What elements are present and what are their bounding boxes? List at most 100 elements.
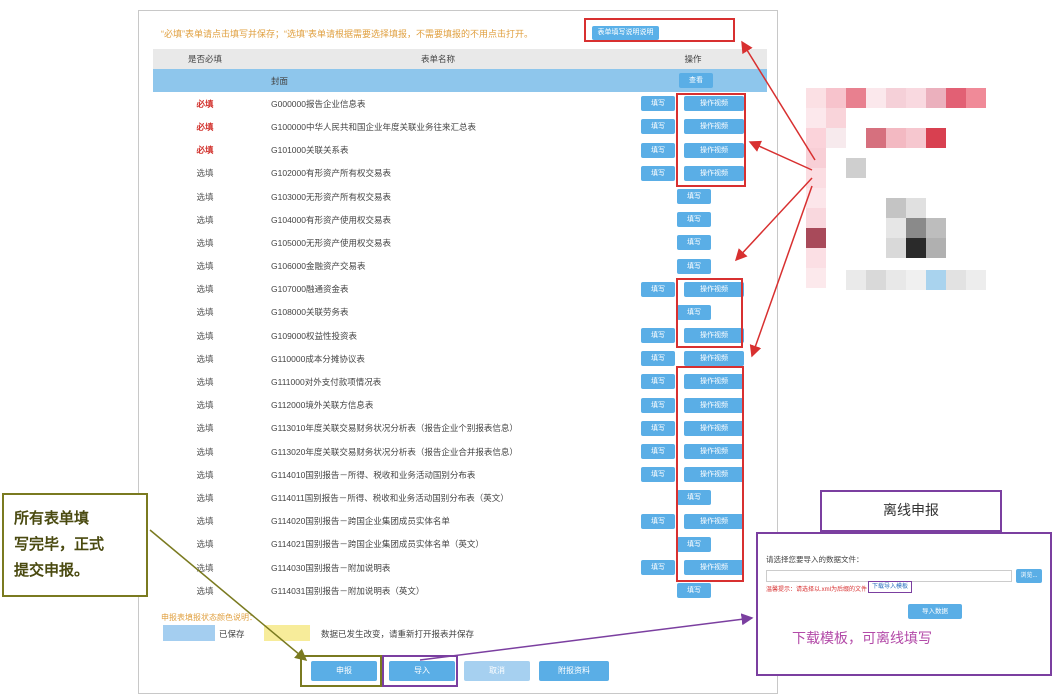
mosaic-block — [906, 128, 926, 148]
form-name: G112000境外关联方信息表 — [271, 400, 374, 411]
required-flag: 选填 — [196, 562, 214, 573]
mosaic-block — [866, 88, 886, 108]
view-button[interactable]: 查看 — [679, 73, 713, 88]
fill-button[interactable]: 填写 — [677, 583, 711, 599]
required-flag: 选填 — [196, 168, 214, 179]
submit-callout: 所有表单填 写完毕，正式 提交申报。 — [2, 493, 148, 597]
cancel-button[interactable]: 取消 — [464, 661, 530, 681]
form-name: G114011国别报告－所得、税收和业务活动国别分布表（英文） — [271, 492, 509, 503]
cover-name: 封面 — [271, 75, 289, 86]
required-flag: 选填 — [196, 307, 214, 318]
mosaic-block — [826, 88, 846, 108]
mosaic-block — [826, 108, 846, 128]
row-actions: 填写 — [619, 255, 767, 278]
submit-callout-line: 写完毕，正式 — [14, 535, 105, 553]
mosaic-block — [806, 148, 826, 168]
fill-button[interactable]: 填写 — [641, 351, 675, 367]
required-flag: 选填 — [196, 261, 214, 272]
form-name: G113020年度关联交易财务状况分析表（报告企业合并报表信息） — [271, 446, 518, 457]
fill-button[interactable]: 填写 — [641, 420, 675, 436]
fill-button[interactable]: 填写 — [641, 444, 675, 459]
table-row: 选填 G109000权益性投资表 填写 操作视频 — [153, 324, 767, 347]
submit-callout-line: 提交申报。 — [14, 561, 90, 579]
required-flag: 选填 — [196, 330, 214, 341]
offline-prompt: 请选择您要导入的数据文件： — [766, 555, 864, 564]
mosaic-block — [966, 88, 986, 108]
fill-button[interactable]: 填写 — [641, 559, 675, 575]
table-header: 是否必填 表单名称 操作 — [153, 49, 767, 69]
required-flag: 选填 — [196, 469, 214, 480]
mosaic-block — [806, 168, 826, 188]
fill-button[interactable]: 填写 — [641, 119, 675, 135]
fill-button[interactable]: 填写 — [641, 513, 675, 529]
notice-text: “必填”表单请点击填写并保存；“选填”表单请根据需要选择填报，不需要填报的不用点… — [161, 29, 533, 39]
required-flag: 选填 — [196, 446, 214, 457]
table-row: 选填 G114030国别报告－附加说明表 填写 操作视频 — [153, 556, 767, 579]
fill-button[interactable]: 填写 — [677, 188, 711, 204]
required-flag: 选填 — [196, 423, 214, 434]
attachments-button[interactable]: 附报资料 — [539, 661, 609, 681]
legend-title: 申报表填报状态颜色说明： — [161, 613, 257, 622]
form-name: G110000成本分摊协议表 — [271, 353, 365, 364]
fill-button[interactable]: 填写 — [641, 397, 675, 413]
table-row: 选填 G114011国别报告－所得、税收和业务活动国别分布表（英文） 填写 — [153, 486, 767, 509]
submit-callout-line: 所有表单填 — [14, 509, 90, 527]
mosaic-block — [846, 158, 866, 178]
table-row: 选填 G114021国别报告－跨国企业集团成员实体名单（英文） 填写 — [153, 533, 767, 556]
form-name: G113010年度关联交易财务状况分析表（报告企业个别报表信息） — [271, 423, 518, 434]
required-flag: 选填 — [196, 353, 214, 364]
row-actions: 填写 — [619, 579, 767, 602]
fill-button[interactable]: 填写 — [641, 96, 675, 112]
mosaic-block — [886, 218, 906, 238]
mosaic-block — [886, 198, 906, 218]
form-name: G101000关联关系表 — [271, 145, 349, 156]
form-name: G104000有形资产使用权交易表 — [271, 214, 391, 225]
mosaic-block — [906, 270, 926, 290]
mosaic-block — [906, 218, 926, 238]
table-row: 选填 G102000有形资产所有权交易表 填写 操作视频 — [153, 162, 767, 185]
video-button[interactable]: 操作视频 — [684, 351, 744, 367]
cover-row: 封面 查看 — [153, 69, 767, 93]
required-flag: 选填 — [196, 284, 214, 295]
mosaic-block — [906, 88, 926, 108]
required-flag: 选填 — [196, 377, 214, 388]
fill-button[interactable]: 填写 — [641, 467, 675, 483]
header-required: 是否必填 — [187, 54, 222, 64]
table-row: 选填 G107000融通资金表 填写 操作视频 — [153, 278, 767, 301]
legend-changed-label: 数据已发生改变，请重新打开报表并保存 — [321, 629, 475, 639]
fill-button[interactable]: 填写 — [641, 328, 675, 344]
mosaic-block — [926, 270, 946, 290]
form-name: G106000金融资产交易表 — [271, 261, 366, 272]
form-name: G103000无形资产所有权交易表 — [271, 191, 391, 202]
fill-button[interactable]: 填写 — [641, 281, 675, 297]
screenshot-stage: “必填”表单请点击填写并保存；“选填”表单请根据需要选择填报，不需要填报的不用点… — [0, 0, 1055, 698]
table-row: 选填 G114010国别报告－所得、税收和业务活动国别分布表 填写 操作视频 — [153, 463, 767, 486]
fill-button[interactable]: 填写 — [641, 165, 675, 181]
fill-button[interactable]: 填写 — [677, 235, 711, 251]
form-name: G100000中华人民共和国企业年度关联业务往来汇总表 — [271, 121, 476, 132]
form-name: G114021国别报告－跨国企业集团成员实体名单（英文） — [271, 539, 484, 550]
fill-button[interactable]: 填写 — [641, 374, 675, 390]
video-highlight-box-2 — [676, 278, 743, 348]
download-template-link[interactable]: 下载导入模板 — [868, 581, 912, 593]
required-flag: 选填 — [196, 237, 214, 248]
row-actions: 填写 — [619, 185, 767, 208]
required-flag: 选填 — [196, 400, 214, 411]
import-data-button[interactable]: 导入数据 — [908, 604, 962, 619]
required-flag: 选填 — [196, 585, 214, 596]
offline-warning: 温馨提示：请选择以.xml为后缀的文件！ — [766, 587, 873, 593]
fill-button[interactable]: 填写 — [677, 212, 711, 228]
browse-button[interactable]: 浏览... — [1016, 569, 1042, 583]
mosaic-block — [926, 238, 946, 258]
fill-button[interactable]: 填写 — [677, 258, 711, 274]
form-name: G111000对外支付款项情况表 — [271, 377, 382, 388]
mosaic-block — [806, 208, 826, 228]
import-highlight-box — [382, 655, 458, 687]
mosaic-block — [906, 238, 926, 258]
required-flag: 选填 — [196, 516, 214, 527]
fill-button[interactable]: 填写 — [641, 142, 675, 158]
pixelated-region — [806, 58, 1020, 304]
offline-title: 离线申报 — [820, 490, 1002, 532]
required-flag: 必填 — [196, 121, 214, 132]
form-name: G000000报告企业信息表 — [271, 98, 366, 109]
